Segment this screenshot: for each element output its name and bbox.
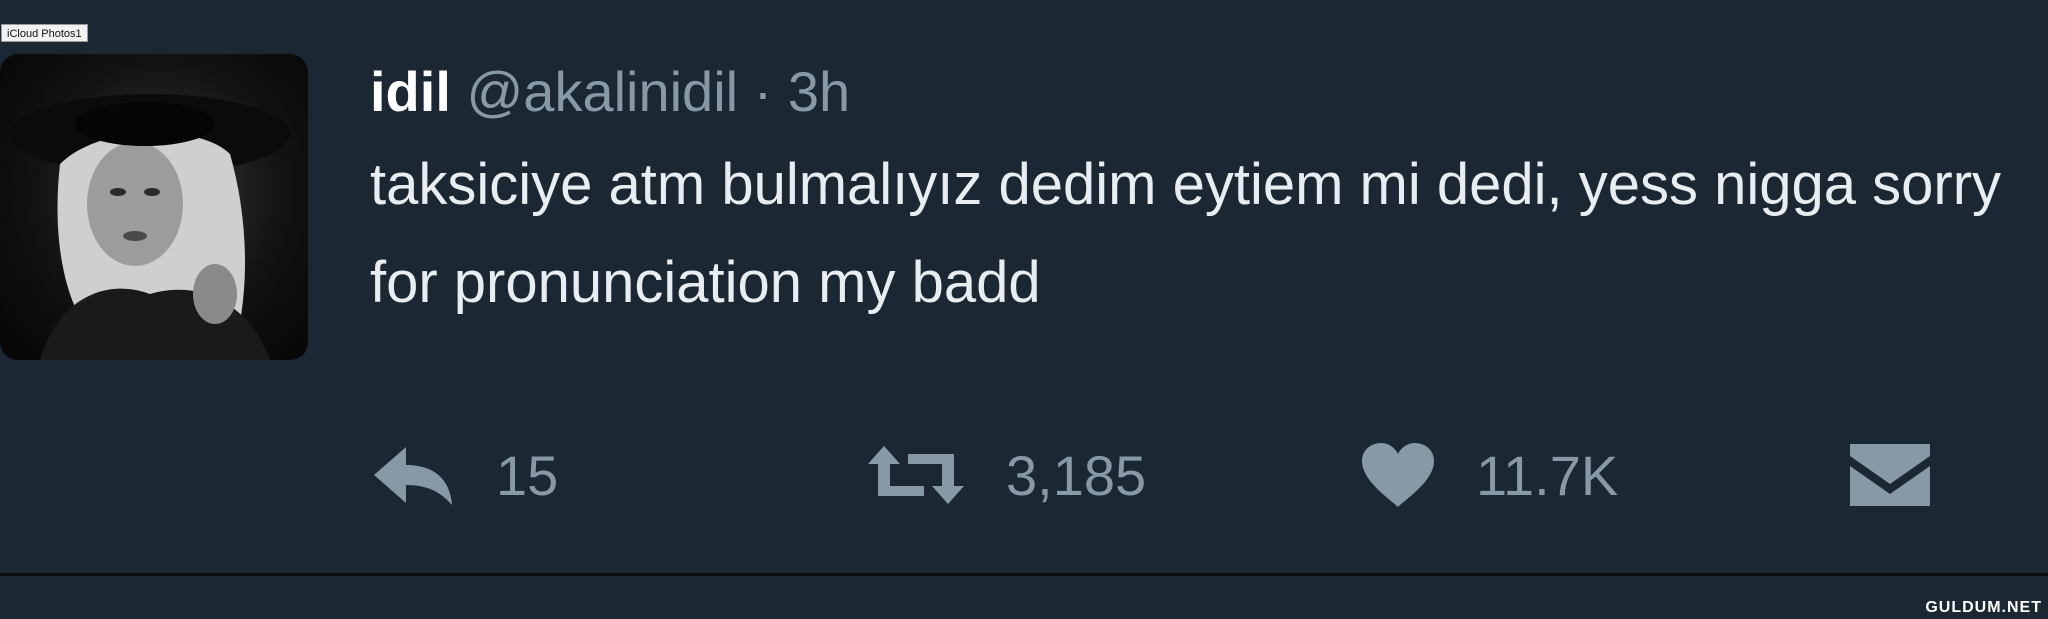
- direct-message-button[interactable]: [1848, 430, 1932, 520]
- tweet: idil @akalinidil · 3h taksiciye atm bulm…: [370, 54, 2028, 332]
- avatar-photo: [10, 94, 290, 360]
- heart-icon: [1360, 441, 1436, 509]
- retweet-count: 3,185: [1006, 443, 1147, 507]
- like-count: 11.7K: [1476, 443, 1619, 507]
- tweet-header: idil @akalinidil · 3h: [370, 54, 2028, 130]
- separator-dot: ·: [753, 60, 773, 123]
- like-button[interactable]: 11.7K: [1360, 430, 1618, 520]
- timestamp[interactable]: 3h: [788, 60, 850, 123]
- window-label: iCloud Photos1: [1, 24, 88, 42]
- user-handle[interactable]: @akalinidil: [466, 60, 738, 123]
- tweet-actions: 15 3,185 11.7K: [370, 430, 2010, 520]
- reply-icon: [370, 443, 456, 507]
- retweet-button[interactable]: 3,185: [866, 430, 1146, 520]
- watermark: GULDUM.NET: [1925, 599, 2042, 616]
- envelope-icon: [1848, 442, 1932, 508]
- avatar[interactable]: [0, 54, 308, 360]
- display-name[interactable]: idil: [370, 60, 451, 123]
- reply-button[interactable]: 15: [370, 430, 558, 520]
- retweet-icon: [866, 444, 966, 506]
- reply-count: 15: [496, 443, 559, 507]
- divider: [0, 573, 2048, 576]
- tweet-text: taksiciye atm bulmalıyız dedim eytiem mi…: [370, 152, 2002, 315]
